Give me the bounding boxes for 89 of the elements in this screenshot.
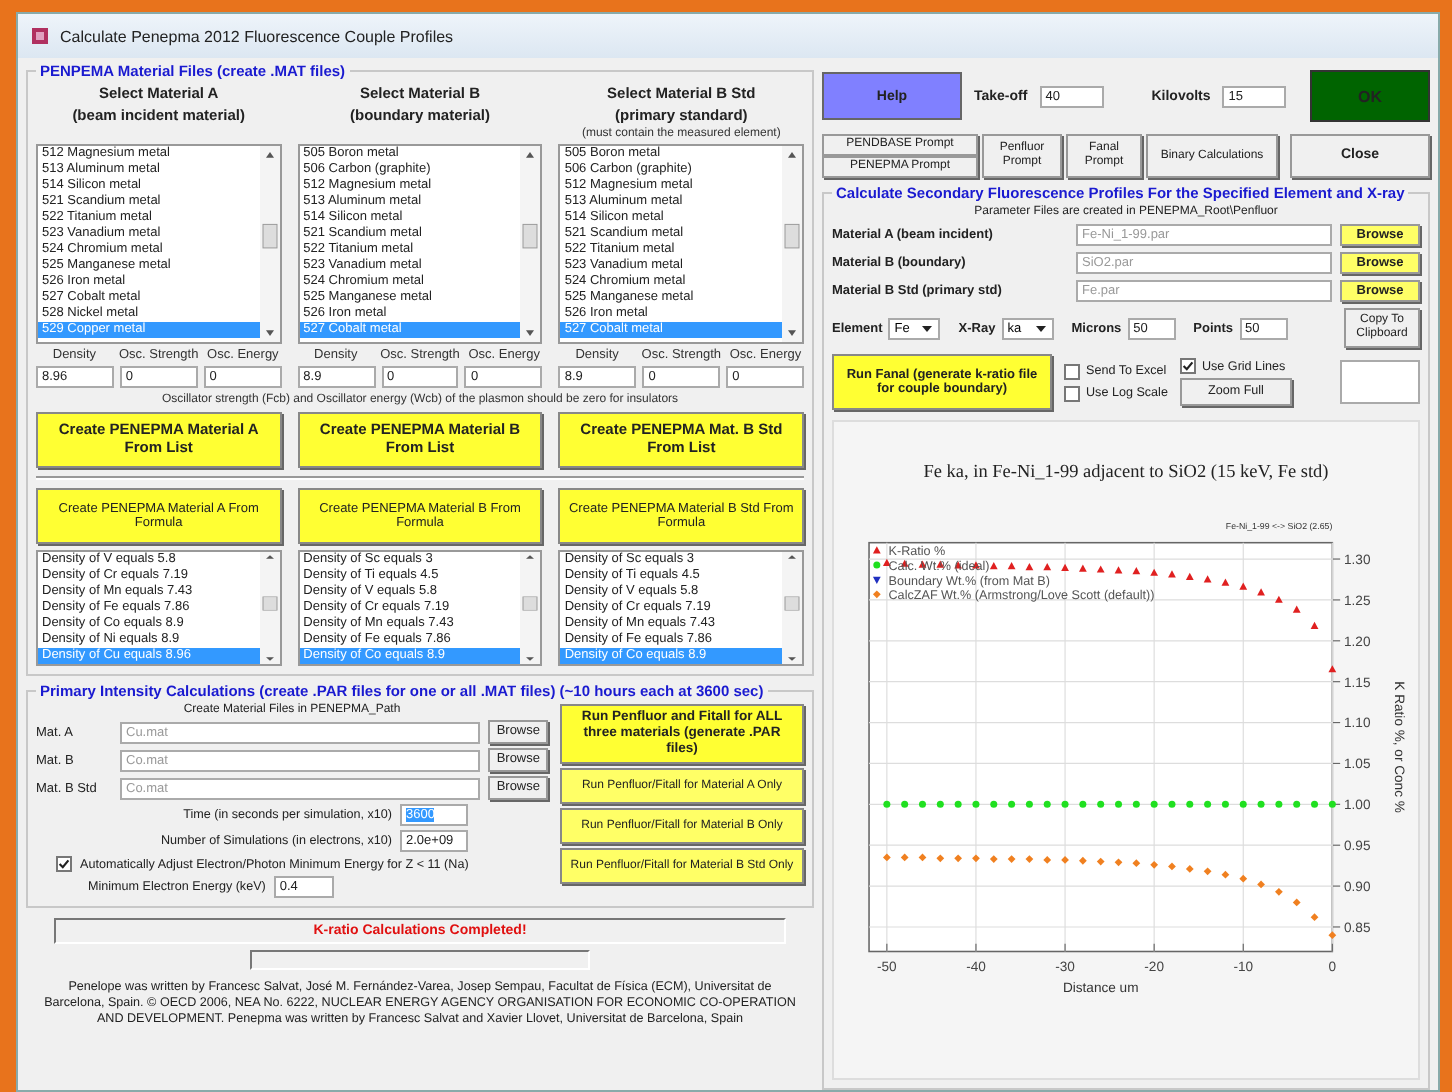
point [883, 800, 891, 808]
checkbox[interactable] [1064, 385, 1080, 401]
point [989, 855, 998, 863]
output-box [1340, 360, 1420, 404]
point [1043, 562, 1052, 571]
window-title: Calculate Penepma 2012 Fluorescence Couple Profiles [60, 27, 454, 45]
point [954, 800, 962, 808]
point [1061, 800, 1069, 808]
point [1292, 605, 1301, 613]
point [1132, 859, 1141, 868]
point [1078, 856, 1087, 865]
point [1311, 800, 1319, 808]
point [1275, 800, 1283, 808]
point [972, 854, 980, 863]
scrollbar-icon[interactable] [520, 146, 541, 342]
point [1221, 870, 1230, 879]
legend-marker [872, 590, 881, 599]
point [1310, 621, 1319, 630]
list-box[interactable] [558, 144, 804, 344]
point [936, 800, 944, 808]
scrollbar-icon[interactable] [781, 146, 802, 342]
point [990, 800, 998, 808]
point [1150, 568, 1159, 576]
point [1328, 800, 1336, 808]
point [954, 854, 963, 863]
legend-marker [872, 546, 881, 554]
point [1132, 567, 1141, 575]
point [1078, 564, 1087, 572]
point [1061, 856, 1069, 864]
point [1221, 578, 1230, 586]
point [1025, 800, 1033, 808]
point [1257, 880, 1265, 889]
point [989, 562, 998, 570]
point [1132, 800, 1140, 808]
point [1310, 913, 1319, 922]
point [1168, 862, 1176, 871]
scrollbar-icon[interactable] [781, 552, 802, 664]
point [918, 800, 926, 808]
point [1328, 931, 1337, 940]
point [1008, 800, 1016, 808]
point [1096, 857, 1105, 866]
point [1239, 582, 1248, 590]
point [1025, 855, 1034, 863]
point [1150, 860, 1159, 869]
point [1043, 800, 1051, 808]
point [972, 800, 980, 808]
point [1185, 572, 1194, 580]
caret-icon[interactable] [920, 323, 935, 333]
point [1115, 800, 1123, 808]
point [1239, 874, 1248, 883]
checkbox[interactable] [1064, 363, 1080, 379]
scrollbar-icon[interactable] [520, 552, 541, 664]
point [1204, 800, 1212, 808]
point [1025, 562, 1034, 571]
point [1185, 865, 1194, 873]
point [1274, 887, 1283, 896]
point [882, 853, 891, 862]
point [1239, 800, 1247, 808]
point [1097, 800, 1105, 808]
point [1186, 800, 1194, 808]
app-icon [30, 26, 50, 46]
checkbox[interactable] [56, 856, 72, 872]
point [1079, 800, 1087, 808]
point [1293, 800, 1301, 808]
point [1203, 867, 1212, 876]
caret-icon[interactable] [1033, 323, 1048, 333]
point [1257, 800, 1265, 808]
point [1150, 800, 1158, 808]
legend-marker [872, 576, 881, 584]
point [1007, 855, 1016, 863]
point [1096, 565, 1105, 573]
point [1221, 800, 1229, 808]
scrollbar-icon[interactable] [259, 552, 280, 664]
list-box[interactable] [297, 144, 543, 344]
legend-marker [873, 561, 881, 569]
point [936, 854, 945, 863]
chart-title: Fe ka, in Fe-Ni_1-99 adjacent to SiO2 (15 keV, Fe std) [923, 460, 1329, 481]
point [1061, 563, 1069, 571]
point [1328, 665, 1337, 673]
point [900, 853, 909, 862]
point [901, 800, 909, 808]
scrollbar-icon[interactable] [259, 146, 280, 342]
list-box[interactable] [36, 144, 282, 344]
point [1292, 898, 1301, 907]
point [1114, 858, 1123, 867]
checkbox[interactable] [1179, 358, 1196, 374]
point [1043, 856, 1052, 864]
point [1168, 800, 1176, 808]
point [1274, 595, 1283, 603]
